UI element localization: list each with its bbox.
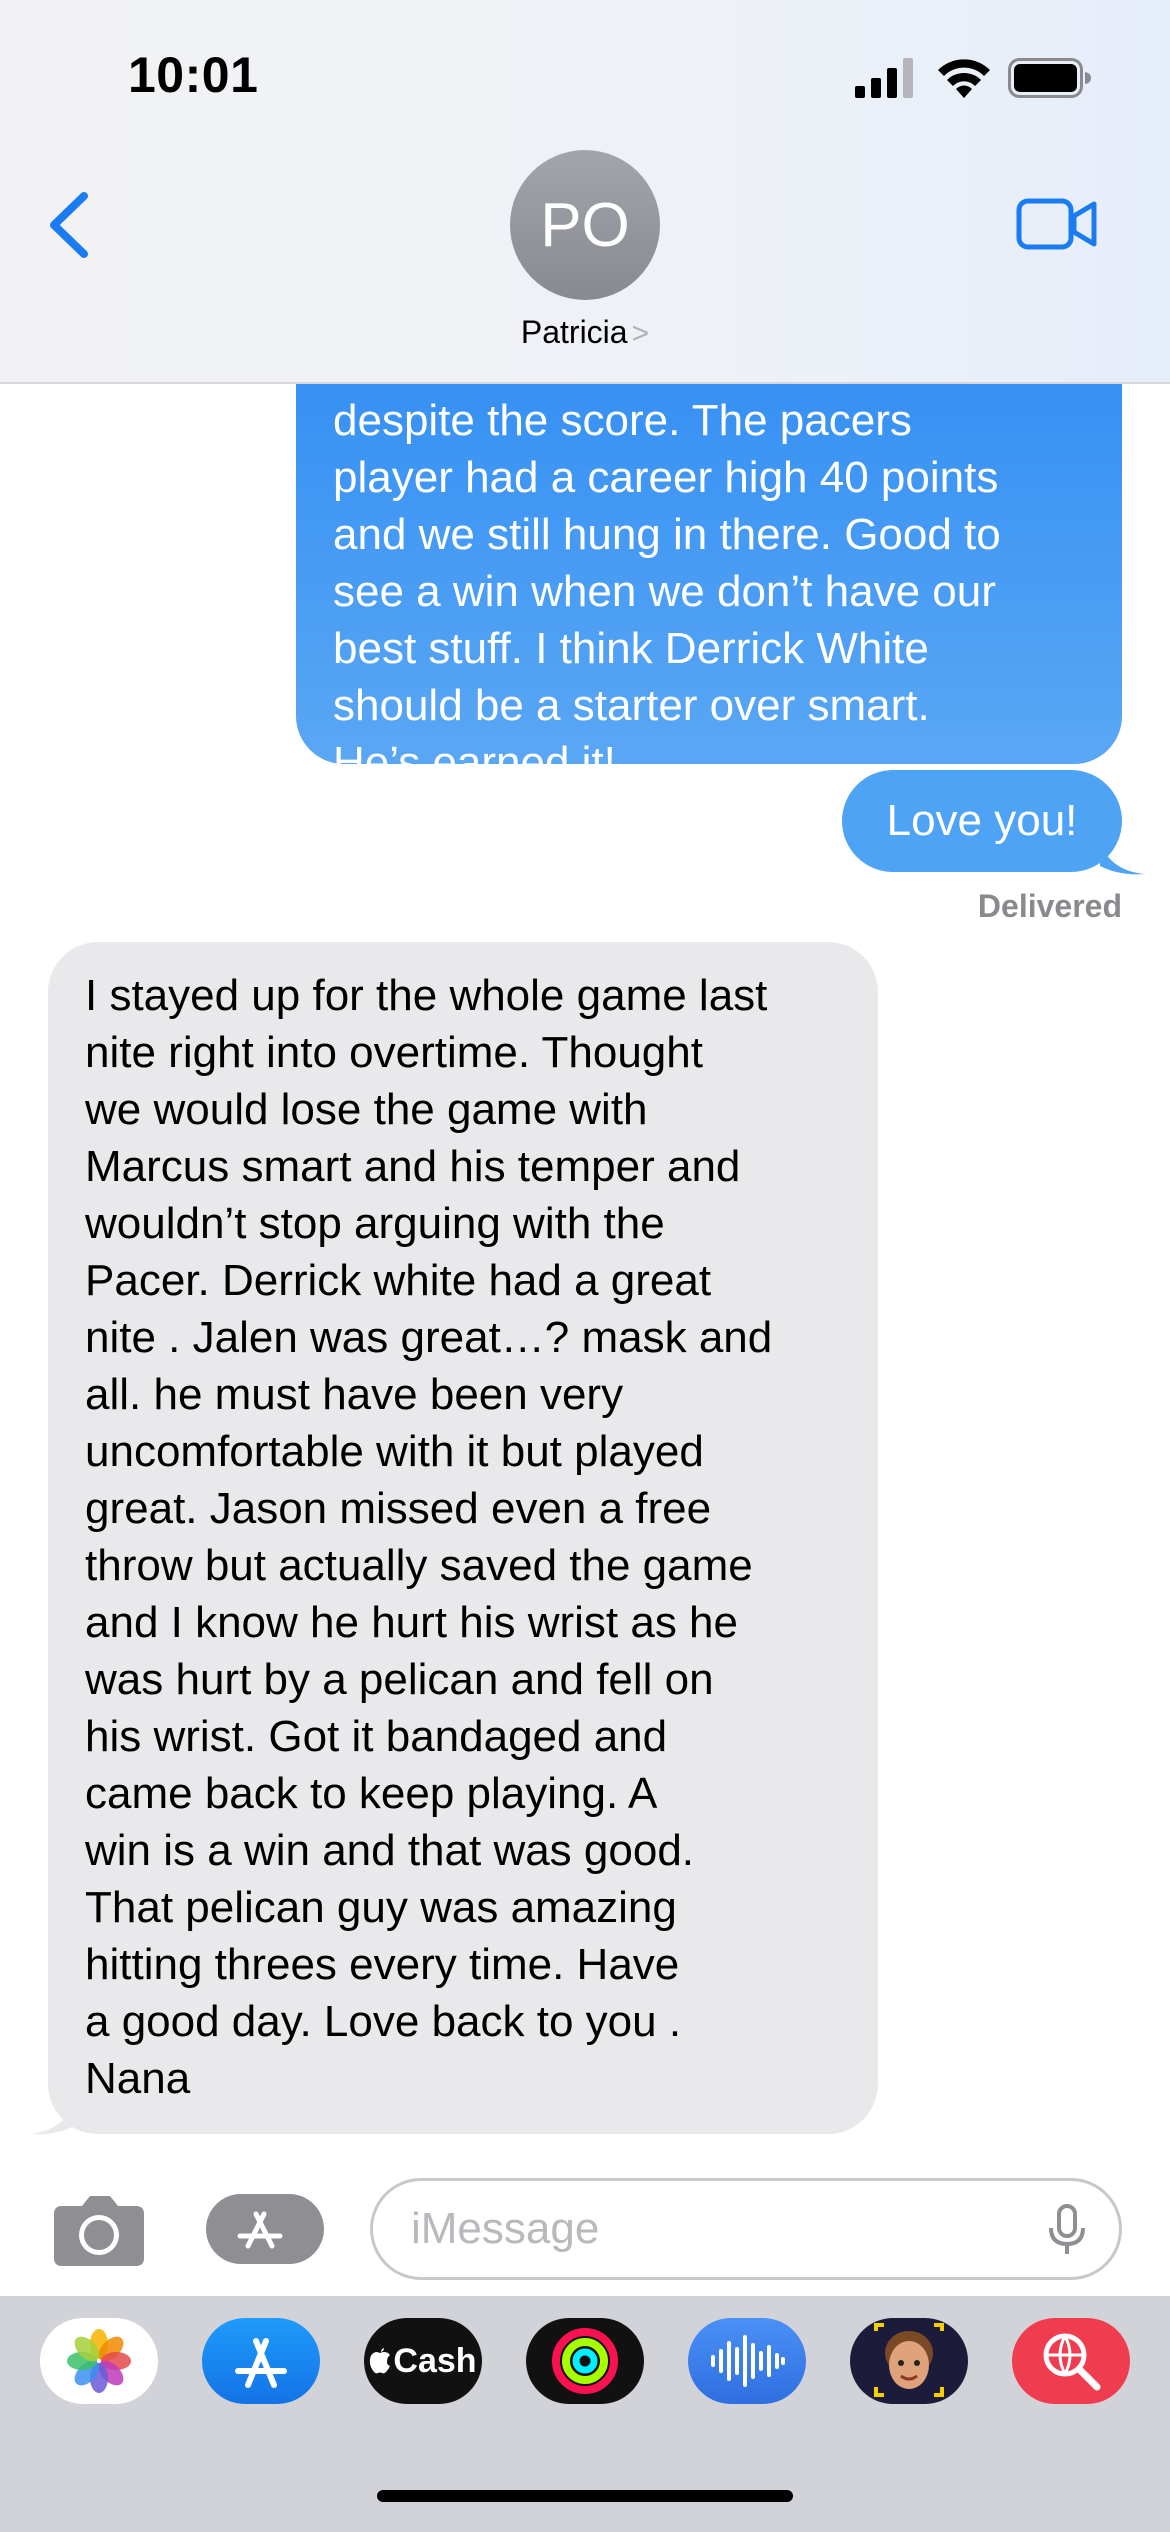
contact-avatar[interactable]: PO xyxy=(510,150,660,300)
photos-app-icon[interactable] xyxy=(40,2318,158,2404)
audio-message-app-icon[interactable] xyxy=(688,2318,806,2404)
received-message-bubble[interactable]: I stayed up for the whole game last nite… xyxy=(48,942,878,2134)
app-store-icon xyxy=(237,2211,283,2249)
contact-name-label: Patricia xyxy=(520,314,628,350)
bubble-tail xyxy=(1100,840,1144,875)
message-input-placeholder: iMessage xyxy=(411,2204,600,2253)
home-indicator[interactable] xyxy=(377,2490,793,2502)
status-time: 10:01 xyxy=(128,47,259,103)
bubble-tail xyxy=(30,2100,74,2135)
waveform-icon xyxy=(711,2335,785,2387)
app-store-icon xyxy=(235,2338,287,2388)
apple-cash-label: Cash xyxy=(393,2341,477,2380)
memoji-icon xyxy=(874,2323,944,2397)
cellular-signal-icon xyxy=(855,58,913,98)
apple-logo-icon xyxy=(370,2348,391,2374)
sent-message-bubble[interactable]: Love you! xyxy=(842,770,1122,872)
microphone-icon[interactable] xyxy=(1046,2204,1088,2256)
delivered-status: Delivered xyxy=(977,888,1122,924)
activity-app-icon[interactable] xyxy=(526,2318,644,2404)
apps-button[interactable] xyxy=(206,2194,324,2264)
message-input[interactable]: iMessage xyxy=(370,2178,1122,2280)
back-chevron-icon[interactable] xyxy=(44,190,94,260)
conversation-header: 10:01 PO Patricia > xyxy=(0,0,1170,384)
memoji-app-icon[interactable] xyxy=(850,2318,968,2404)
contact-name[interactable]: Patricia > xyxy=(0,314,1170,351)
chevron-right-icon: > xyxy=(631,317,650,350)
app-store-app-icon[interactable] xyxy=(202,2318,320,2404)
wifi-icon xyxy=(938,59,990,98)
globe-search-icon xyxy=(1043,2333,1101,2391)
camera-icon[interactable] xyxy=(52,2192,146,2268)
activity-rings-icon xyxy=(552,2328,618,2394)
images-search-app-icon[interactable] xyxy=(1012,2318,1130,2404)
battery-icon xyxy=(1008,58,1091,98)
photos-icon xyxy=(67,2329,131,2393)
apple-cash-app-icon[interactable]: Cash xyxy=(364,2318,482,2404)
video-call-icon[interactable] xyxy=(1016,196,1098,252)
